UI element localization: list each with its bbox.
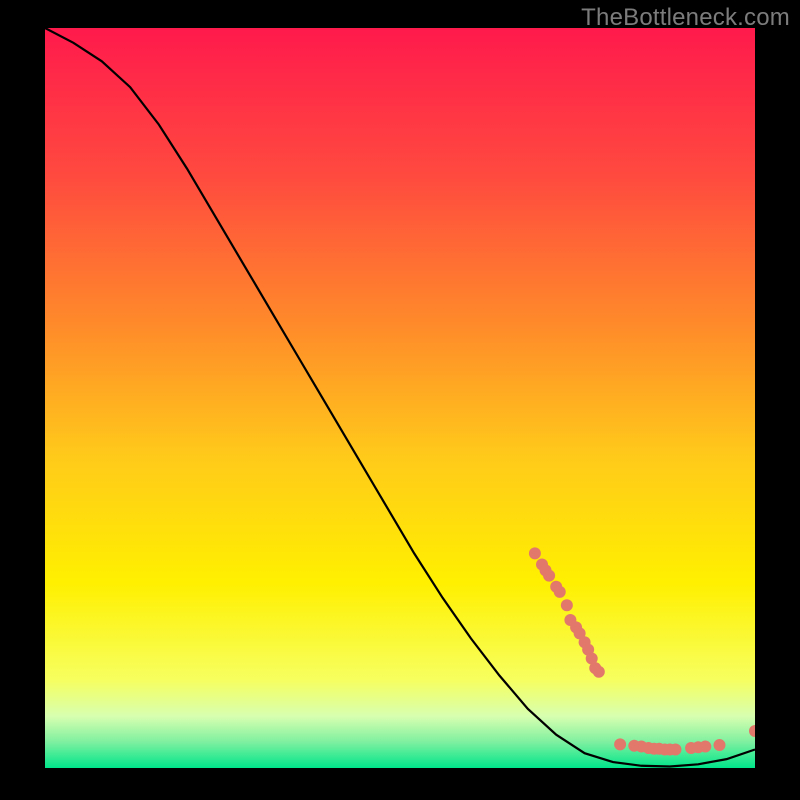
scatter-point <box>561 599 573 611</box>
scatter-point <box>554 586 566 598</box>
scatter-point <box>714 739 726 751</box>
chart-frame: TheBottleneck.com <box>0 0 800 800</box>
scatter-point <box>669 744 681 756</box>
scatter-point <box>529 547 541 559</box>
scatter-point <box>699 741 711 753</box>
watermark-text: TheBottleneck.com <box>581 4 790 32</box>
scatter-point <box>543 570 555 582</box>
bottleneck-curve <box>45 28 755 767</box>
chart-overlay <box>45 28 755 768</box>
plot-area <box>45 28 755 768</box>
scatter-point <box>749 725 755 737</box>
highlighted-points <box>529 547 755 755</box>
scatter-point <box>593 666 605 678</box>
scatter-point <box>614 738 626 750</box>
